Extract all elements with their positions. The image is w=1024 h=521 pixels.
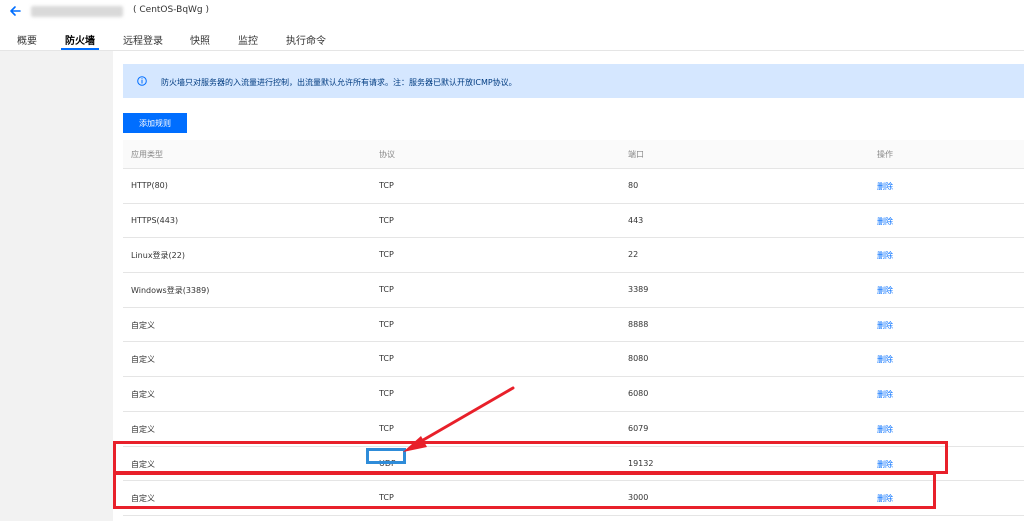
table-footer	[123, 512, 1024, 521]
annotation-arrow	[403, 386, 515, 452]
